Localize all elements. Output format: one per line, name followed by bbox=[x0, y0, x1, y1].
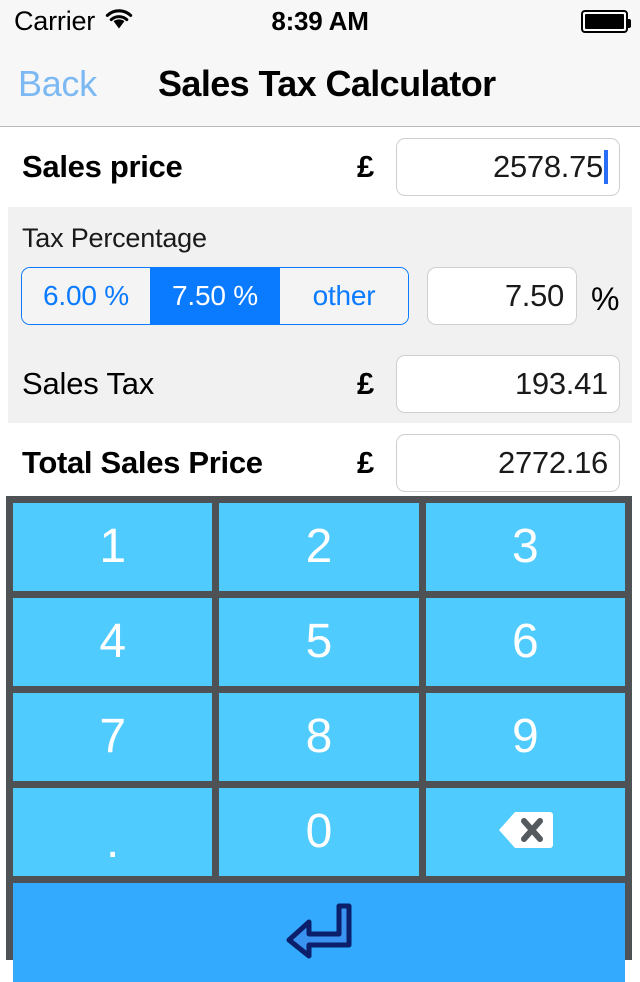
sales-price-label: Sales price bbox=[22, 149, 183, 184]
key-6[interactable]: 6 bbox=[425, 598, 625, 686]
keypad-grid: 1 2 3 4 5 6 7 8 9 . 0 bbox=[13, 503, 625, 876]
key-4[interactable]: 4 bbox=[13, 598, 213, 686]
sales-tax-currency-symbol: £ bbox=[357, 365, 375, 401]
back-button[interactable]: Back bbox=[18, 63, 97, 105]
tax-percentage-title: Tax Percentage bbox=[22, 223, 207, 253]
sales-tax-label: Sales Tax bbox=[22, 365, 155, 401]
sales-price-value: 2578.75 bbox=[493, 149, 603, 184]
numeric-keypad: 1 2 3 4 5 6 7 8 9 . 0 bbox=[6, 496, 632, 982]
sales-price-input[interactable]: 2578.75 bbox=[396, 138, 620, 196]
segment-rate-2[interactable]: 7.50 % bbox=[151, 268, 280, 324]
navigation-bar: Back Sales Tax Calculator bbox=[0, 42, 640, 127]
sales-price-currency-symbol: £ bbox=[357, 149, 375, 184]
key-4-label: 4 bbox=[99, 615, 127, 668]
return-arrow-icon bbox=[283, 900, 355, 965]
text-caret bbox=[604, 150, 608, 184]
tax-percentage-section: Tax Percentage 6.00 % 7.50 % other 7.50 … bbox=[8, 207, 632, 423]
total-currency-symbol: £ bbox=[357, 445, 375, 480]
key-5[interactable]: 5 bbox=[219, 598, 419, 686]
status-bar-right bbox=[581, 9, 631, 33]
key-5-label: 5 bbox=[305, 615, 333, 668]
total-sales-price-label: Total Sales Price bbox=[22, 445, 263, 480]
total-sales-price-value: 2772.16 bbox=[498, 445, 608, 480]
key-8-label: 8 bbox=[305, 710, 333, 763]
sales-price-row: Sales price £ 2578.75 bbox=[0, 127, 640, 207]
percent-sign-label: % bbox=[591, 281, 620, 317]
key-backspace[interactable] bbox=[425, 788, 625, 876]
tax-percent-value: 7.50 bbox=[504, 278, 564, 313]
key-6-label: 6 bbox=[511, 615, 539, 668]
key-7-label: 7 bbox=[99, 710, 127, 763]
sales-tax-row: Sales Tax £ 193.41 bbox=[8, 344, 632, 423]
tax-rate-segmented-control[interactable]: 6.00 % 7.50 % other bbox=[21, 267, 409, 325]
total-sales-price-output[interactable]: 2772.16 bbox=[396, 434, 620, 492]
total-sales-price-row: Total Sales Price £ 2772.16 bbox=[0, 423, 640, 503]
key-1[interactable]: 1 bbox=[13, 503, 213, 591]
key-3[interactable]: 3 bbox=[425, 503, 625, 591]
key-decimal[interactable]: . bbox=[13, 788, 213, 876]
key-decimal-label: . bbox=[105, 815, 120, 868]
app-screen: Carrier 8:39 AM Back Sales Tax Calculato… bbox=[0, 0, 640, 982]
backspace-icon bbox=[497, 810, 554, 855]
key-1-label: 1 bbox=[99, 520, 127, 573]
key-9-label: 9 bbox=[511, 710, 539, 763]
calculator-form: Sales price £ 2578.75 Tax Percentage 6.0… bbox=[0, 127, 640, 496]
key-2[interactable]: 2 bbox=[219, 503, 419, 591]
key-8[interactable]: 8 bbox=[219, 693, 419, 781]
sales-tax-output[interactable]: 193.41 bbox=[396, 354, 620, 413]
key-return[interactable] bbox=[13, 883, 625, 982]
key-9[interactable]: 9 bbox=[425, 693, 625, 781]
page-title: Sales Tax Calculator bbox=[158, 63, 496, 104]
tax-percent-input[interactable]: 7.50 bbox=[427, 267, 577, 325]
key-2-label: 2 bbox=[305, 520, 333, 573]
key-0[interactable]: 0 bbox=[219, 788, 419, 876]
battery-full-icon bbox=[581, 9, 631, 33]
status-bar-time: 8:39 AM bbox=[271, 5, 369, 36]
status-bar: Carrier 8:39 AM bbox=[0, 0, 640, 42]
sales-tax-value: 193.41 bbox=[514, 365, 608, 401]
segment-rate-other[interactable]: other bbox=[280, 268, 408, 324]
key-0-label: 0 bbox=[305, 805, 333, 858]
key-7[interactable]: 7 bbox=[13, 693, 213, 781]
segment-rate-1[interactable]: 6.00 % bbox=[22, 268, 151, 324]
key-3-label: 3 bbox=[511, 520, 539, 573]
